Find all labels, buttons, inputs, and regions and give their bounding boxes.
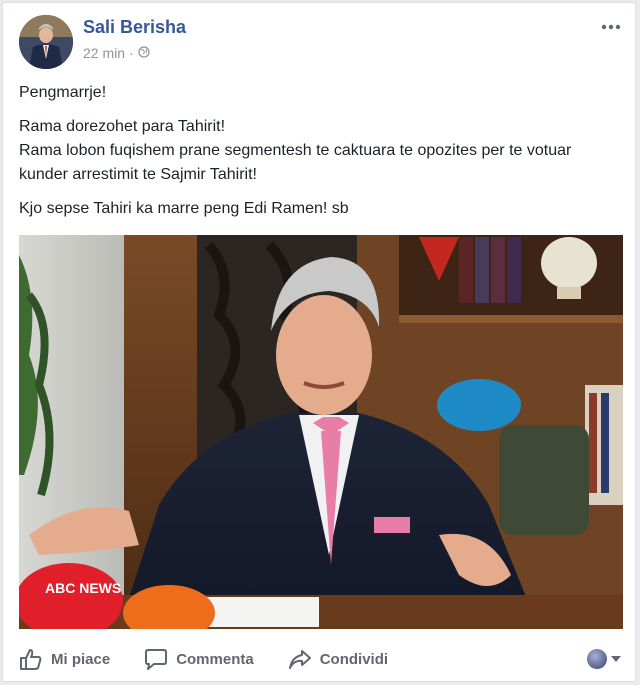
photo-illustration: ABC NEWS	[19, 235, 623, 629]
post-paragraph: Pengmarrje!	[19, 84, 107, 101]
post-as-selector[interactable]	[587, 649, 621, 669]
author-name[interactable]: Sali Berisha	[83, 17, 186, 38]
more-options-icon[interactable]	[601, 17, 621, 35]
share-button[interactable]: Condividi	[288, 648, 388, 670]
like-button[interactable]: Mi piace	[19, 648, 110, 670]
post-paragraph: Rama dorezohet para Tahirit! Rama lobon …	[19, 115, 619, 187]
comment-icon	[144, 648, 168, 670]
thumbs-up-icon	[19, 648, 43, 670]
like-label: Mi piace	[51, 650, 111, 668]
globe-icon[interactable]	[138, 45, 150, 61]
post-actions: Mi piace Commenta Condividi	[19, 643, 619, 675]
post-text: Pengmarrje! Rama dorezohet para Tahirit!…	[19, 81, 619, 231]
avatar-image	[19, 15, 73, 69]
chevron-down-icon	[611, 650, 621, 668]
post-time[interactable]: 22 min	[83, 45, 125, 61]
share-label: Condividi	[319, 650, 389, 668]
post-photo[interactable]: ABC NEWS	[19, 235, 623, 629]
meta-separator: ·	[129, 45, 134, 61]
post-meta: 22 min ·	[83, 45, 150, 61]
post-line: Rama lobon fuqishem prane segmentesh te …	[19, 142, 572, 183]
viewer-avatar	[587, 649, 607, 669]
microphone-label: ABC NEWS	[45, 580, 121, 596]
post-line: Rama dorezohet para Tahirit!	[19, 118, 226, 135]
share-arrow-icon	[288, 648, 312, 670]
comment-button[interactable]: Commenta	[144, 648, 254, 670]
comment-label: Commenta	[176, 650, 254, 668]
author-avatar[interactable]	[19, 15, 73, 69]
facebook-post: Sali Berisha 22 min · Pengmarrje! Rama d…	[2, 2, 636, 682]
post-paragraph: Kjo sepse Tahiri ka marre peng Edi Ramen…	[19, 200, 349, 217]
